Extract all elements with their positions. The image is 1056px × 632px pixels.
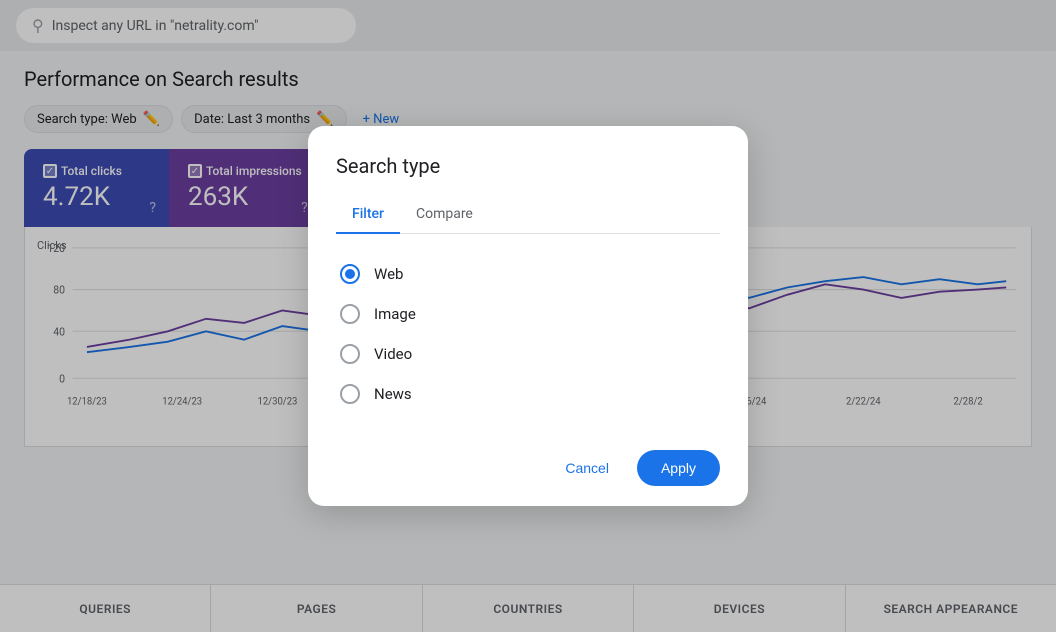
radio-circle-image [340, 304, 360, 324]
radio-label-web: Web [374, 265, 403, 283]
tab-compare[interactable]: Compare [400, 198, 489, 234]
search-type-dialog: Search type Filter Compare Web Image [308, 126, 748, 506]
dialog-tabs: Filter Compare [336, 198, 720, 234]
radio-inner-web [345, 269, 355, 279]
dialog-actions: Cancel Apply [336, 442, 720, 486]
apply-button[interactable]: Apply [637, 450, 720, 486]
modal-overlay[interactable]: Search type Filter Compare Web Image [0, 0, 1056, 632]
radio-item-image[interactable]: Image [336, 294, 720, 334]
radio-label-image: Image [374, 305, 416, 323]
radio-circle-news [340, 384, 360, 404]
radio-circle-video [340, 344, 360, 364]
radio-item-video[interactable]: Video [336, 334, 720, 374]
radio-label-video: Video [374, 345, 412, 363]
tab-filter[interactable]: Filter [336, 198, 400, 234]
cancel-button[interactable]: Cancel [545, 450, 629, 486]
radio-list: Web Image Video News [336, 242, 720, 426]
dialog-title: Search type [336, 154, 720, 178]
radio-item-news[interactable]: News [336, 374, 720, 414]
radio-circle-web [340, 264, 360, 284]
radio-item-web[interactable]: Web [336, 254, 720, 294]
radio-label-news: News [374, 385, 412, 403]
